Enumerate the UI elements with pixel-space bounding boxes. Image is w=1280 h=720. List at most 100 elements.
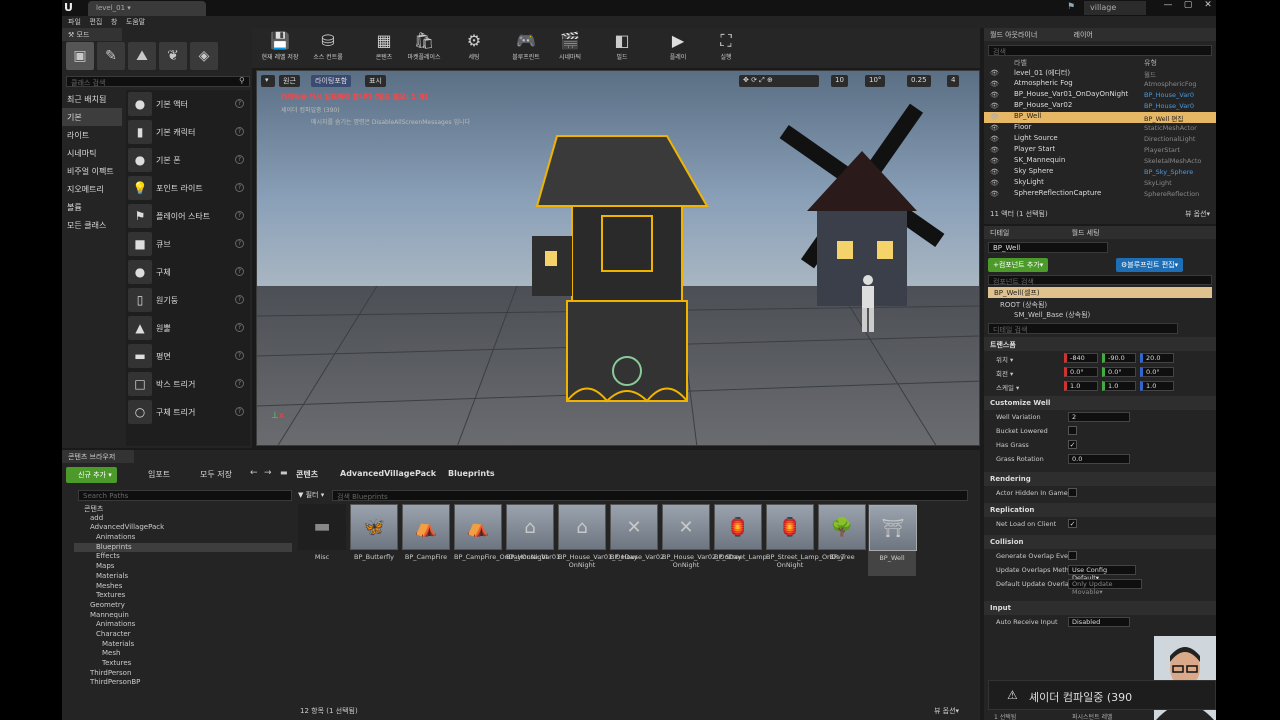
cb-view-options[interactable]: 뷰 옵션▾	[934, 706, 959, 716]
replication-header[interactable]: Replication	[984, 503, 1216, 517]
help-icon[interactable]: ?	[235, 407, 244, 416]
outliner-row[interactable]: 👁 level_01 (에디터) 월드	[984, 68, 1216, 79]
component-search-input[interactable]: 컴포넌트 검색	[988, 275, 1212, 286]
asset-tile[interactable]: 🌳 BP_Tree	[818, 504, 866, 576]
outliner-row[interactable]: 👁 Player Start PlayerStart	[984, 145, 1216, 156]
tree-row[interactable]: Animations	[74, 620, 292, 630]
source-control-button[interactable]: ⛁ 소스 컨트롤	[306, 30, 350, 66]
help-icon[interactable]: ?	[235, 183, 244, 192]
show-button[interactable]: 표시	[365, 75, 386, 87]
content-button[interactable]: ▦ 콘텐츠	[362, 30, 406, 66]
breadcrumb-pack[interactable]: AdvancedVillagePack	[340, 469, 436, 478]
outliner-row[interactable]: 👁 Atmospheric Fog AtmosphericFog	[984, 79, 1216, 90]
asset-tile[interactable]: ▬ Misc	[298, 504, 346, 576]
category-all-classes[interactable]: 모든 클래스	[62, 216, 122, 234]
asset-tile[interactable]: 🏮 BP_Street_Lamp_OnDay OnNight	[766, 504, 844, 576]
tree-row[interactable]: Animations	[74, 533, 292, 543]
add-new-button[interactable]: 신규 추가 ▾	[66, 467, 117, 483]
category-geometry[interactable]: 지오메트리	[62, 180, 122, 198]
actor-hidden-checkbox[interactable]	[1068, 488, 1077, 497]
menu-file[interactable]: 파일	[68, 16, 81, 27]
tree-row-selected[interactable]: Blueprints	[74, 542, 292, 553]
outliner-row-selected[interactable]: 👁 BP_Well BP_Well 편집	[984, 112, 1216, 123]
visibility-icon[interactable]: 👁	[990, 179, 999, 187]
outliner-row[interactable]: 👁 Light Source DirectionalLight	[984, 134, 1216, 145]
help-icon[interactable]: ?	[235, 155, 244, 164]
grass-rotation-field[interactable]: 0.0	[1068, 454, 1130, 464]
modes-tab[interactable]: ⚒ 모드	[62, 28, 122, 41]
help-icon[interactable]: ?	[235, 239, 244, 248]
place-item[interactable]: ● 구체?	[126, 258, 250, 286]
paint-mode-icon[interactable]: ✎	[97, 42, 125, 70]
tree-row[interactable]: Materials	[74, 572, 292, 582]
place-item[interactable]: ● 기본 액터?	[126, 90, 250, 118]
customize-well-header[interactable]: Customize Well	[984, 396, 1216, 410]
place-item[interactable]: ○ 구체 트리거?	[126, 398, 250, 426]
rotation-snap-value[interactable]: 10°	[865, 75, 886, 87]
outliner-row[interactable]: 👁 Sky Sphere BP_Sky_Sphere	[984, 167, 1216, 178]
transform-header[interactable]: 트랜스폼	[984, 337, 1216, 351]
asset-tile[interactable]: ✕ BP_House_Var02_OnDay OnNight	[662, 504, 741, 576]
maximize-icon[interactable]: ▢	[1178, 0, 1198, 14]
help-icon[interactable]: ?	[235, 99, 244, 108]
save-level-button[interactable]: 💾 현재 레벨 저장	[258, 30, 302, 66]
rotation-z[interactable]: 0.0°	[1140, 367, 1174, 377]
class-search-input[interactable]: 클래스 검색	[66, 76, 250, 87]
tab-world-settings[interactable]: 월드 세팅	[1072, 229, 1100, 237]
edit-blueprint-button[interactable]: ⚙블루프린트 편집▾	[1116, 258, 1184, 272]
bucket-lowered-checkbox[interactable]	[1068, 426, 1077, 435]
tree-row[interactable]: Materials	[74, 640, 292, 650]
landscape-mode-icon[interactable]: ⛰	[128, 42, 156, 70]
outliner-row[interactable]: 👁 BP_House_Var02 BP_House_Var0	[984, 101, 1216, 112]
tree-row[interactable]: Mannequin	[74, 611, 292, 621]
tree-row[interactable]: Maps	[74, 562, 292, 572]
content-browser-tab[interactable]: 콘텐츠 브라우저	[62, 450, 134, 463]
category-recent[interactable]: 최근 배치됨	[62, 90, 122, 108]
outliner-row[interactable]: 👁 SphereReflectionCapture SphereReflection	[984, 189, 1216, 200]
geometry-mode-icon[interactable]: ◈	[190, 42, 218, 70]
help-icon[interactable]: ?	[235, 351, 244, 360]
asset-tile[interactable]: 🦋 BP_Butterfly	[350, 504, 398, 576]
place-item[interactable]: ▬ 평면?	[126, 342, 250, 370]
level-tab[interactable]: level_01 ▾	[88, 1, 206, 16]
visibility-icon[interactable]: 👁	[990, 91, 999, 99]
category-lights[interactable]: 라이트	[62, 126, 122, 144]
outliner-row[interactable]: 👁 BP_House_Var01_OnDayOnNight BP_House_Var…	[984, 90, 1216, 101]
visibility-icon[interactable]: 👁	[990, 80, 999, 88]
tab-details[interactable]: 디테일	[990, 229, 1009, 237]
place-item[interactable]: ▮ 기본 캐릭터?	[126, 118, 250, 146]
minimize-icon[interactable]: —	[1158, 0, 1178, 14]
outliner-search-input[interactable]: 검색	[988, 45, 1212, 56]
place-item[interactable]: 💡 포인트 라이트?	[126, 174, 250, 202]
scale-snap-value[interactable]: 0.25	[907, 75, 931, 87]
breadcrumb-content[interactable]: 콘텐츠	[296, 469, 318, 480]
search-paths-input[interactable]: Search Paths	[78, 490, 292, 501]
lit-button[interactable]: 라이팅포함	[311, 75, 352, 87]
outliner-view-options[interactable]: 뷰 옵션▾	[1185, 209, 1210, 219]
cinematics-button[interactable]: 🎬 시네마틱	[548, 30, 592, 66]
location-z[interactable]: 20.0	[1140, 353, 1174, 363]
breadcrumb-blueprints[interactable]: Blueprints	[448, 469, 495, 478]
has-grass-checkbox[interactable]: ✓	[1068, 440, 1077, 449]
help-icon[interactable]: ?	[235, 127, 244, 136]
detail-search-input[interactable]: 디테일 검색	[988, 323, 1178, 334]
visibility-icon[interactable]: 👁	[990, 168, 999, 176]
tree-row[interactable]: ThirdPerson	[74, 669, 292, 679]
scale-y[interactable]: 1.0	[1102, 381, 1136, 391]
actor-name-field[interactable]: BP_Well	[988, 242, 1108, 253]
tab-world-outliner[interactable]: 월드 아웃라이너	[990, 31, 1037, 39]
tree-row[interactable]: Geometry	[74, 601, 292, 611]
place-mode-icon[interactable]: ▣	[66, 42, 94, 70]
input-header[interactable]: Input	[984, 601, 1216, 615]
tree-row[interactable]: Character	[74, 630, 292, 640]
generate-overlap-checkbox[interactable]	[1068, 551, 1077, 560]
category-basic[interactable]: 기본	[62, 108, 122, 126]
column-type[interactable]: 유형	[1144, 58, 1157, 68]
close-icon[interactable]: ✕	[1198, 0, 1216, 14]
category-volumes[interactable]: 볼륨	[62, 198, 122, 216]
help-icon[interactable]: ?	[235, 211, 244, 220]
visibility-icon[interactable]: 👁	[990, 146, 999, 154]
rendering-header[interactable]: Rendering	[984, 472, 1216, 486]
tree-row[interactable]: ThirdPersonBP	[74, 678, 292, 688]
foliage-mode-icon[interactable]: ❦	[159, 42, 187, 70]
